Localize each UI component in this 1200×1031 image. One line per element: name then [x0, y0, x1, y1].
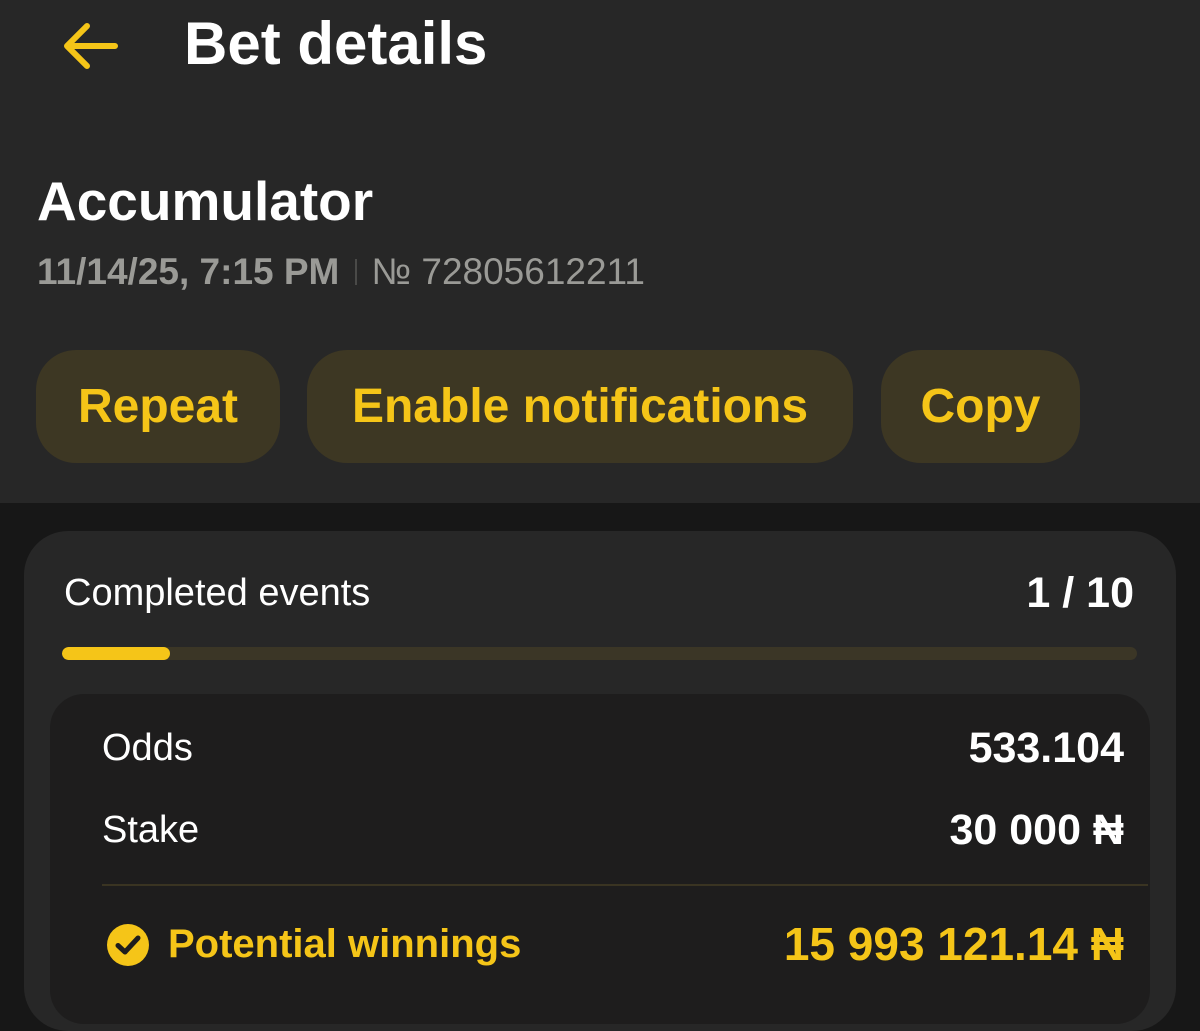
- stake-label: Stake: [102, 809, 200, 851]
- potential-winnings-value: 15 993 121.14 ₦: [783, 918, 1124, 970]
- meta-divider: [355, 259, 358, 285]
- odds-value: 533.104: [968, 724, 1124, 772]
- bet-type-title: Accumulator: [37, 170, 374, 232]
- bet-totals-panel: Odds 533.104 Stake 30 000 ₦ Potential wi…: [50, 694, 1150, 1024]
- completed-events-count: 1 / 10: [1026, 569, 1134, 617]
- back-button[interactable]: [56, 14, 124, 78]
- arrow-left-icon: [64, 23, 118, 69]
- odds-label: Odds: [102, 727, 193, 769]
- page-title: Bet details: [184, 10, 488, 77]
- check-circle-icon: [107, 924, 149, 966]
- completed-events-label: Completed events: [64, 572, 371, 614]
- potential-winnings-label: Potential winnings: [168, 922, 522, 966]
- stake-value: 30 000 ₦: [949, 806, 1124, 854]
- enable-notifications-button[interactable]: Enable notifications: [307, 350, 853, 463]
- copy-button[interactable]: Copy: [881, 350, 1080, 463]
- bet-datetime: 11/14/25, 7:15 PM: [37, 251, 340, 292]
- repeat-button[interactable]: Repeat: [36, 350, 280, 463]
- bet-number: № 72805612211: [371, 251, 645, 292]
- bet-summary-card: Completed events 1 / 10 Odds 533.104 Sta…: [24, 531, 1176, 1031]
- divider: [102, 884, 1148, 886]
- bet-meta: 11/14/25, 7:15 PM № 72805612211: [37, 250, 645, 294]
- header-section: Bet details Accumulator 11/14/25, 7:15 P…: [0, 0, 1200, 503]
- progress-fill: [62, 647, 170, 660]
- completed-events-progress: [62, 647, 1137, 660]
